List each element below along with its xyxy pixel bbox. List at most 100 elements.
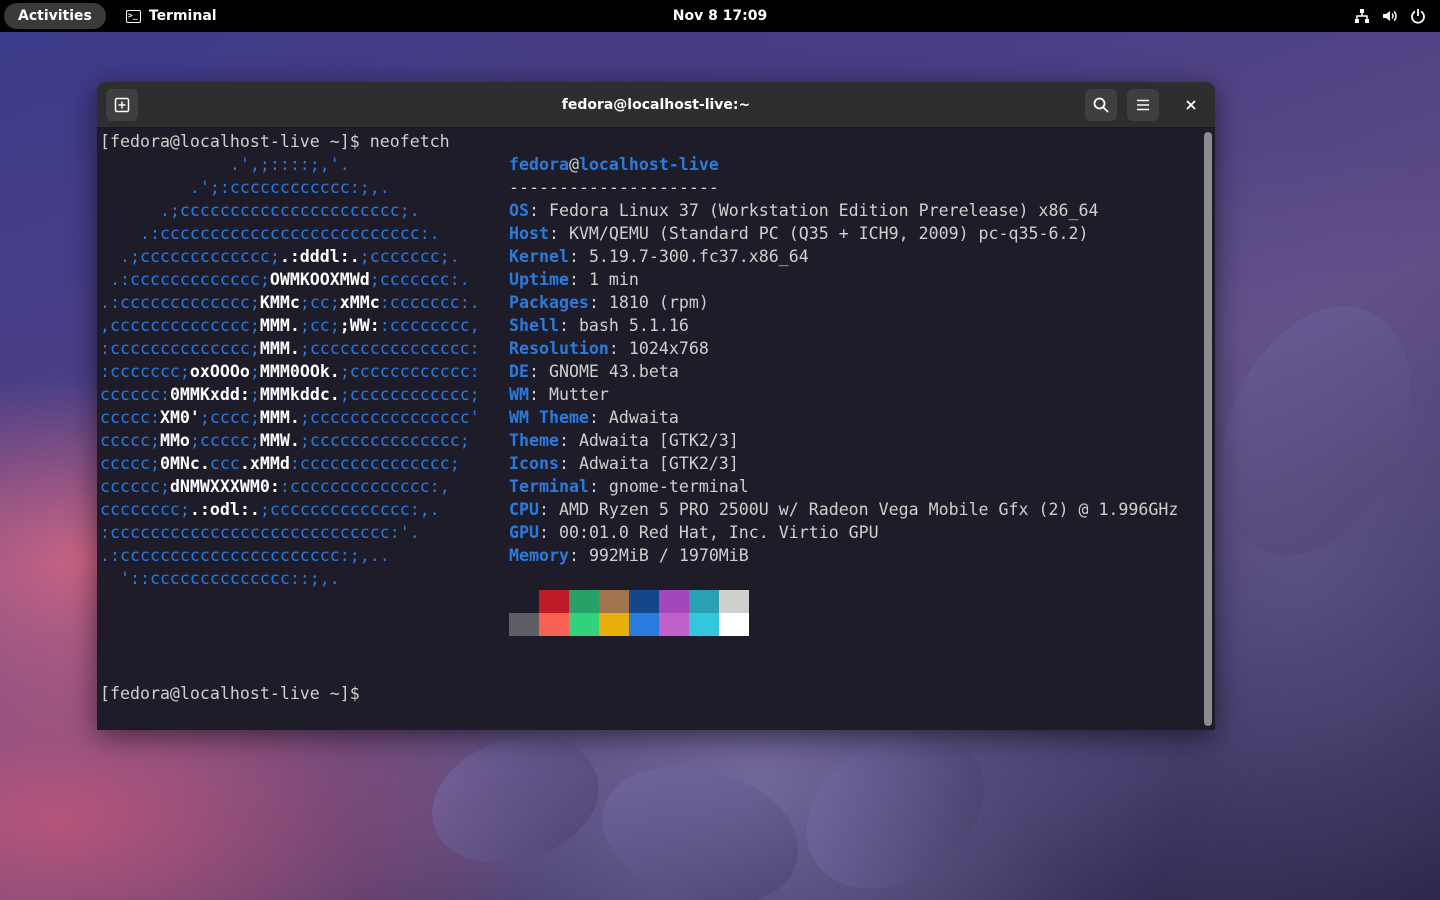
separator-line: ---------------------	[509, 178, 719, 197]
info-row: OS: Fedora Linux 37 (Workstation Edition…	[509, 199, 1178, 222]
color-swatch	[569, 590, 599, 613]
info-value: KVM/QEMU (Standard PC (Q35 + ICH9, 2009)…	[568, 224, 1089, 243]
color-swatch	[629, 613, 659, 636]
terminal-output[interactable]: [fedora@localhost-live ~]$ neofetch .',;…	[97, 128, 1201, 730]
info-key: Icons	[509, 454, 559, 473]
info-colon: :	[558, 431, 579, 450]
wallpaper-petal	[414, 714, 616, 886]
info-value: Adwaita [GTK2/3]	[578, 454, 739, 473]
info-row: Terminal: gnome-terminal	[509, 475, 1178, 498]
info-key: WM	[509, 385, 529, 404]
info-value: Adwaita	[608, 408, 679, 427]
info-key: WM Theme	[509, 408, 589, 427]
logo-line: cccccccc;.:odl:.;cccccccccccccc:,.	[100, 500, 440, 519]
info-row: WM Theme: Adwaita	[509, 406, 1178, 429]
info-key: Packages	[509, 293, 589, 312]
logo-line: .:cccccccccccccccccccccccccc:.	[100, 224, 440, 243]
power-icon[interactable]	[1410, 8, 1426, 24]
palette-row-bright	[509, 613, 749, 636]
info-colon: :	[528, 362, 549, 381]
close-icon	[1186, 100, 1196, 110]
color-swatch	[509, 613, 539, 636]
color-swatch	[509, 590, 539, 613]
terminal-icon: >_	[125, 9, 141, 23]
info-colon: :	[538, 500, 559, 519]
fedora-ascii-logo: .',;::::;,'. .';:cccccccccccc:;,. .;cccc…	[100, 153, 480, 590]
network-icon[interactable]	[1354, 8, 1370, 24]
info-key: Kernel	[509, 247, 569, 266]
logo-line: ccccc;MMo;ccccc;MMW.;ccccccccccccccc;	[100, 431, 470, 450]
logo-line: '::cccccccccccccc::;,.	[100, 569, 340, 588]
info-colon: :	[528, 201, 549, 220]
color-swatch	[539, 590, 569, 613]
menu-button[interactable]	[1127, 89, 1159, 121]
host-name: localhost-live	[578, 155, 719, 174]
shell-prompt: [fedora@localhost-live ~]$	[100, 684, 360, 703]
system-tray[interactable]	[1354, 0, 1426, 32]
wallpaper-petal	[1183, 276, 1440, 584]
logo-line: .';:cccccccccccc:;,.	[100, 178, 390, 197]
logo-line: .',;::::;,'.	[100, 155, 350, 174]
info-value: GNOME 43.beta	[548, 362, 679, 381]
info-value: AMD Ryzen 5 PRO 2500U w/ Radeon Vega Mob…	[558, 500, 1179, 519]
header-bar: fedora@localhost-live:~	[97, 82, 1215, 128]
search-button[interactable]	[1085, 89, 1117, 121]
info-row: Kernel: 5.19.7-300.fc37.x86_64	[509, 245, 1178, 268]
info-value: Mutter	[548, 385, 609, 404]
logo-line: ccccc:XM0';cccc;MMM.;cccccccccccccccc'	[100, 408, 480, 427]
info-value: 1 min	[588, 270, 639, 289]
logo-line: ,cccccccccccccc;MMM.;cc;;WW::cccccccc,	[100, 316, 480, 335]
info-row: Memory: 992MiB / 1970MiB	[509, 544, 1178, 567]
color-swatch	[659, 613, 689, 636]
info-row: Host: KVM/QEMU (Standard PC (Q35 + ICH9,…	[509, 222, 1178, 245]
volume-icon[interactable]	[1382, 8, 1398, 24]
info-colon: :	[568, 270, 589, 289]
info-value: 1024x768	[628, 339, 709, 358]
logo-line: .;ccccccccccccc;.:dddl:.;ccccccc;.	[100, 247, 460, 266]
new-tab-icon	[114, 97, 130, 113]
color-swatch	[569, 613, 599, 636]
color-swatch	[659, 590, 689, 613]
info-row: GPU: 00:01.0 Red Hat, Inc. Virtio GPU	[509, 521, 1178, 544]
info-value: gnome-terminal	[608, 477, 749, 496]
command-line: [fedora@localhost-live ~]$ neofetch	[100, 132, 450, 151]
info-row: Uptime: 1 min	[509, 268, 1178, 291]
app-menu[interactable]: >_ Terminal	[125, 8, 217, 24]
info-colon: :	[558, 316, 579, 335]
info-colon: :	[588, 293, 609, 312]
info-colon: :	[588, 408, 609, 427]
info-key: DE	[509, 362, 529, 381]
info-key: Host	[509, 224, 549, 243]
hamburger-menu-icon	[1137, 99, 1149, 111]
info-row: Resolution: 1024x768	[509, 337, 1178, 360]
color-swatch	[599, 590, 629, 613]
info-colon: :	[568, 546, 589, 565]
info-colon: :	[528, 385, 549, 404]
logo-line: :cccccccccccccc;MMM.;cccccccccccccccc:	[100, 339, 480, 358]
info-colon: :	[588, 477, 609, 496]
logo-line: .;cccccccccccccccccccccc;.	[100, 201, 420, 220]
new-tab-button[interactable]	[106, 89, 138, 121]
close-button[interactable]	[1175, 89, 1207, 121]
info-key: Terminal	[509, 477, 589, 496]
info-value: 00:01.0 Red Hat, Inc. Virtio GPU	[558, 523, 879, 542]
info-key: Shell	[509, 316, 559, 335]
info-colon: :	[558, 454, 579, 473]
window-title: fedora@localhost-live:~	[561, 97, 751, 113]
info-row: Theme: Adwaita [GTK2/3]	[509, 429, 1178, 452]
clock[interactable]: Nov 8 17:09	[673, 8, 768, 24]
user-name: fedora	[509, 155, 569, 174]
app-menu-label: Terminal	[148, 8, 217, 24]
info-value: 992MiB / 1970MiB	[588, 546, 749, 565]
color-swatch	[689, 613, 719, 636]
info-key: GPU	[509, 523, 539, 542]
logo-line: :ccccccc;oxOOOo;MMM0OOk.;cccccccccccc:	[100, 362, 480, 381]
color-swatch	[719, 613, 749, 636]
color-swatch	[719, 590, 749, 613]
info-row: WM: Mutter	[509, 383, 1178, 406]
info-key: Memory	[509, 546, 569, 565]
activities-button[interactable]: Activities	[4, 3, 106, 29]
info-value: bash 5.1.16	[578, 316, 689, 335]
terminal-scrollbar[interactable]	[1204, 132, 1212, 726]
color-palette	[509, 590, 749, 636]
